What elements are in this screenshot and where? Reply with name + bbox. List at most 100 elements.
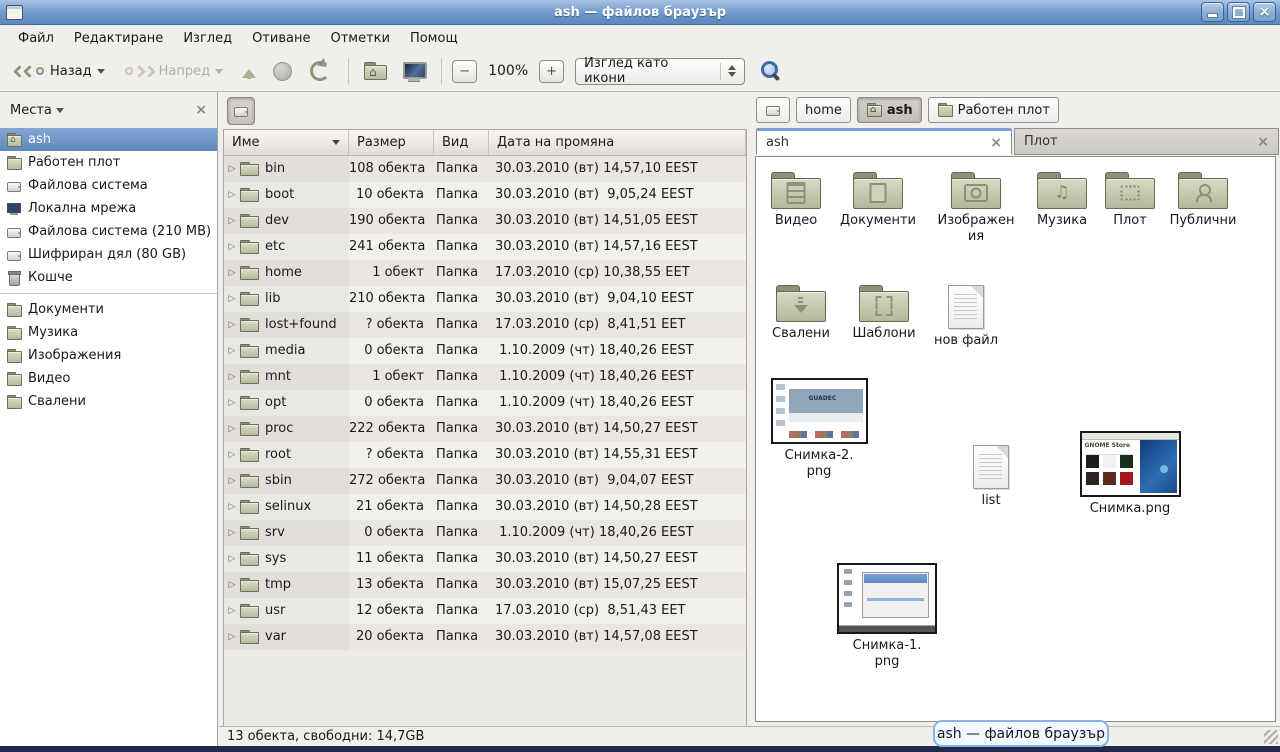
sidebar-item[interactable]: Изображения [0,344,217,367]
sidebar-item[interactable]: Локална мрежа [0,197,217,220]
zoom-out-button[interactable]: − [452,60,477,83]
icon-view-item[interactable]: Шаблони [839,285,929,342]
expander-icon[interactable]: ▷ [224,416,240,442]
menu-item[interactable]: Отиване [242,28,320,49]
expander-icon[interactable]: ▷ [224,156,240,182]
menu-item[interactable]: Файл [8,28,64,49]
sidebar-title[interactable]: Места [10,103,52,118]
expander-icon[interactable]: ▷ [224,338,240,364]
tab-ash[interactable]: ash× [756,128,1012,155]
icon-view-item[interactable]: Публични [1158,172,1248,229]
icon-view-item[interactable]: Снимка-1.png [842,563,932,670]
path-button[interactable]: home [796,97,851,123]
chevron-down-icon[interactable] [56,108,64,117]
column-header[interactable]: Вид [434,130,489,155]
expander-icon[interactable]: ▷ [224,312,240,338]
path-button[interactable]: ⌂ash [857,97,922,123]
column-header[interactable]: Дата на промяна [489,130,746,155]
table-row[interactable]: ▷etc241 обектаПапка30.03.2010 (вт) 14,57… [224,234,746,260]
table-row[interactable]: ▷lost+found? обектаПапка17.03.2010 (ср) … [224,312,746,338]
forward-button[interactable]: Напред [117,60,230,83]
icon-view-item[interactable]: Документи [833,172,923,229]
icon-view-item[interactable]: нов файл [921,285,1011,349]
table-row[interactable]: ▷bin108 обектаПапка30.03.2010 (вт) 14,57… [224,156,746,182]
icon-view-item[interactable]: list [946,445,1036,509]
table-row[interactable]: ▷lib210 обектаПапка30.03.2010 (вт) 9,04,… [224,286,746,312]
sidebar-item[interactable]: Файлова система [0,174,217,197]
icon-view-item[interactable]: GUADECСнимка-2.png [774,378,864,480]
sidebar-item[interactable]: ⌂ash [0,128,217,151]
computer-button[interactable] [397,58,431,85]
back-button[interactable]: Назад [8,60,112,83]
table-row[interactable]: ▷proc222 обектаПапка30.03.2010 (вт) 14,5… [224,416,746,442]
sidebar-item[interactable]: Музика [0,321,217,344]
reload-button[interactable] [302,57,338,85]
view-mode-select[interactable]: Изглед като икони [575,58,745,85]
table-row[interactable]: ▷boot10 обектаПапка30.03.2010 (вт) 9,05,… [224,182,746,208]
tab-close-icon[interactable]: × [1257,134,1269,150]
expander-icon[interactable]: ▷ [224,364,240,390]
icon-view-item[interactable]: Свалени [756,285,846,342]
table-row[interactable]: ▷sys11 обектаПапка30.03.2010 (вт) 14,50,… [224,546,746,572]
table-row[interactable]: ▷srv0 обектаПапка 1.10.2009 (чт) 18,40,2… [224,520,746,546]
expander-icon[interactable]: ▷ [224,182,240,208]
stop-button[interactable] [268,58,297,85]
expander-icon[interactable]: ▷ [224,572,240,598]
expander-icon[interactable]: ▷ [224,624,240,650]
expander-icon[interactable]: ▷ [224,442,240,468]
maximize-button[interactable] [1227,2,1250,22]
menu-item[interactable]: Редактиране [64,28,173,49]
column-header[interactable]: Име [224,130,349,155]
expander-icon[interactable]: ▷ [224,260,240,286]
icon-view-item[interactable]: Изображения [931,172,1021,245]
minimize-button[interactable] [1201,2,1224,22]
sidebar-item[interactable]: Файлова система (210 MB) [0,220,217,243]
expander-icon[interactable]: ▷ [224,468,240,494]
expander-icon[interactable]: ▷ [224,286,240,312]
up-button[interactable] [235,57,263,85]
sidebar-item[interactable]: Документи [0,298,217,321]
table-row[interactable]: ▷dev190 обектаПапка30.03.2010 (вт) 14,51… [224,208,746,234]
table-row[interactable]: ▷sbin272 обектаПапка30.03.2010 (вт) 9,04… [224,468,746,494]
home-button[interactable]: ⌂ [359,58,392,84]
sidebar-item[interactable]: Видео [0,367,217,390]
table-row[interactable]: ▷usr12 обектаПапка17.03.2010 (ср) 8,51,4… [224,598,746,624]
sidebar-item[interactable]: Работен плот [0,151,217,174]
expander-icon[interactable]: ▷ [224,546,240,572]
sidebar-item[interactable]: Кошче [0,266,217,289]
table-row[interactable]: ▷media0 обектаПапка 1.10.2009 (чт) 18,40… [224,338,746,364]
sidebar-item[interactable]: Шифриран дял (80 GB) [0,243,217,266]
table-row[interactable]: ▷root? обектаПапка30.03.2010 (вт) 14,55,… [224,442,746,468]
table-row[interactable]: ▷selinux21 обектаПапка30.03.2010 (вт) 14… [224,494,746,520]
expander-icon[interactable]: ▷ [224,208,240,234]
menu-item[interactable]: Изглед [173,28,242,49]
expander-icon[interactable]: ▷ [224,598,240,624]
path-button[interactable]: Работен плот [928,97,1059,123]
expander-icon[interactable]: ▷ [224,520,240,546]
expander-icon[interactable]: ▷ [224,390,240,416]
icon-view-item[interactable]: GNOME StoreСнимка.png [1085,431,1175,517]
menu-item[interactable]: Отметки [320,28,399,49]
table-row[interactable]: ▷tmp13 обектаПапка30.03.2010 (вт) 15,07,… [224,572,746,598]
tab-plot[interactable]: Плот× [1014,128,1279,155]
path-button[interactable] [756,97,790,123]
filesystem-root-button[interactable] [227,97,255,125]
icon-view[interactable]: ВидеоДокументиИзображения♫МузикаПлотПубл… [755,156,1276,722]
table-row[interactable]: ▷mnt1 обектПапка 1.10.2009 (чт) 18,40,26… [224,364,746,390]
tab-close-icon[interactable]: × [990,135,1002,151]
sidebar-item[interactable]: Свалени [0,390,217,413]
titlebar[interactable]: ash — файлов браузър × [0,0,1280,25]
taskbar-window-button[interactable]: ash — файлов браузър [933,720,1109,747]
icon-view-item[interactable]: Видео [751,172,841,229]
expander-icon[interactable]: ▷ [224,494,240,520]
menu-item[interactable]: Помощ [400,28,468,49]
resize-grip[interactable] [1264,730,1278,744]
sidebar-close-icon[interactable]: × [195,102,207,118]
expander-icon[interactable]: ▷ [224,234,240,260]
zoom-in-button[interactable]: + [539,60,564,83]
table-row[interactable]: ▷opt0 обектаПапка 1.10.2009 (чт) 18,40,2… [224,390,746,416]
column-header[interactable]: Размер [349,130,434,155]
table-row[interactable]: ▷home1 обектПапка17.03.2010 (ср) 10,38,5… [224,260,746,286]
table-row[interactable]: ▷var20 обектаПапка30.03.2010 (вт) 14,57,… [224,624,746,650]
close-button[interactable]: × [1253,2,1276,22]
